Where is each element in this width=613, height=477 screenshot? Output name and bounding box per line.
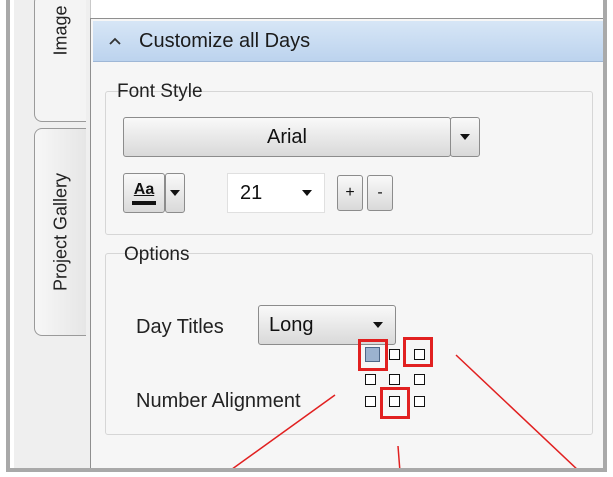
pointer-line-left	[232, 394, 336, 468]
pointer-line-center	[397, 445, 401, 468]
annotation-lines	[232, 354, 577, 468]
pointer-line-right	[455, 354, 577, 468]
window-frame: Image ( Project Gallery Customize all Da…	[6, 0, 607, 472]
